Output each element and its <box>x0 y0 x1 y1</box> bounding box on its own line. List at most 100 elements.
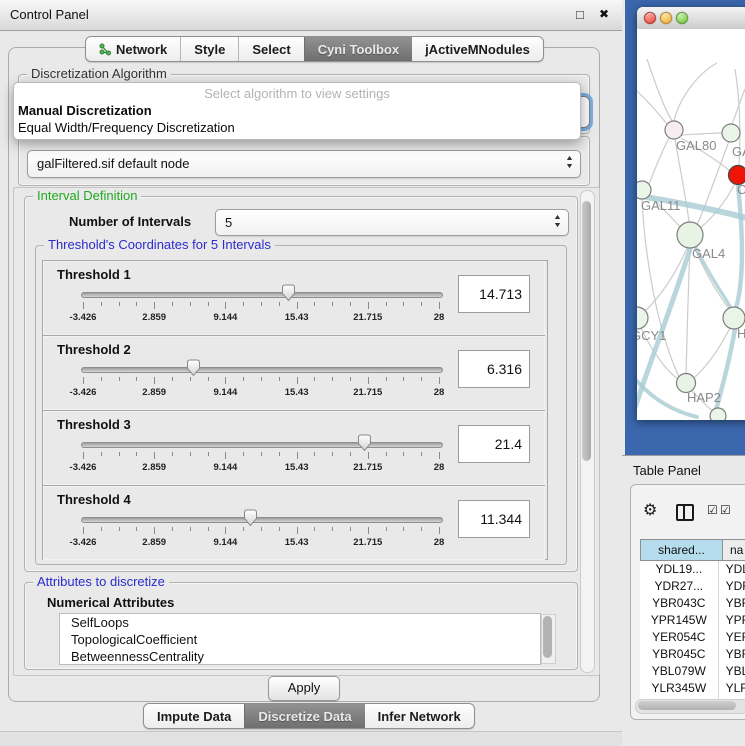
float-window-icon[interactable]: □ <box>576 7 584 22</box>
edge[interactable] <box>637 84 667 124</box>
table-row[interactable]: YLR345WYLR3 <box>640 680 745 697</box>
threshold-value-input[interactable] <box>458 275 530 313</box>
network-graph[interactable]: GAL80GACGAL11GAL4GCY1HAHAP2 <box>637 29 745 420</box>
threshold-value-input[interactable] <box>458 500 530 538</box>
table-row[interactable]: YBR043CYBR0 <box>640 595 745 612</box>
tab-label: jActiveMNodules <box>425 42 530 57</box>
threshold-label: Threshold 2 <box>57 342 131 357</box>
edge[interactable] <box>649 137 670 184</box>
apply-button[interactable]: Apply <box>268 676 340 701</box>
tick-mark <box>225 377 226 384</box>
slider-track[interactable] <box>81 292 443 298</box>
tick-mark <box>243 452 244 456</box>
slider-thumb[interactable] <box>243 509 258 527</box>
gear-icon[interactable]: ⚙ <box>643 500 657 520</box>
edge[interactable] <box>647 59 673 122</box>
slider-thumb[interactable] <box>357 434 372 452</box>
panel-title: Control Panel <box>10 7 89 22</box>
bottom-tab-infer-network[interactable]: Infer Network <box>365 704 474 728</box>
panel-scrollbar[interactable] <box>580 190 595 673</box>
table-horizontal-scrollbar[interactable] <box>635 699 745 714</box>
tab-select[interactable]: Select <box>238 37 303 61</box>
tick-mark <box>386 452 387 456</box>
table-row[interactable]: YER054CYER0 <box>640 629 745 646</box>
column-header-na[interactable]: na <box>723 539 745 561</box>
highlighted-edge[interactable] <box>736 185 742 308</box>
algorithm-option-manual-discretization[interactable]: Manual Discretization <box>18 103 152 118</box>
tick-mark <box>297 452 298 459</box>
table-data-combo[interactable]: galFiltered.sif default node ▲▼ <box>27 150 581 178</box>
table-row[interactable]: YBL079WYBL0 <box>640 663 745 680</box>
table-body: YDL19...YDL1YDR27...YDR2YBR043CYBR0YPR14… <box>640 561 745 714</box>
node[interactable] <box>722 124 740 142</box>
close-icon[interactable]: ✖ <box>599 7 609 21</box>
slider-track[interactable] <box>81 442 443 448</box>
scrollbar-thumb[interactable] <box>638 701 736 710</box>
tab-jactivemnodules[interactable]: jActiveMNodules <box>412 37 543 61</box>
minimize-traffic-light-icon[interactable] <box>660 12 672 24</box>
tick-mark <box>386 527 387 531</box>
tick-mark <box>261 302 262 306</box>
node-label: GAL11 <box>641 198 681 213</box>
tick-label: 21.715 <box>353 312 382 323</box>
zoom-traffic-light-icon[interactable] <box>676 12 688 24</box>
control-panel-titlebar: Control Panel □ ✖ <box>0 0 622 31</box>
scrollbar-thumb[interactable] <box>582 201 591 461</box>
edge[interactable] <box>674 63 717 121</box>
tick-mark <box>172 302 173 306</box>
table-row[interactable]: YBR045CYBR0 <box>640 646 745 663</box>
tick-mark <box>208 302 209 306</box>
threshold-value-input[interactable] <box>458 425 530 463</box>
table-row[interactable]: YDR27...YDR2 <box>640 578 745 595</box>
close-traffic-light-icon[interactable] <box>644 12 656 24</box>
tick-mark <box>261 527 262 531</box>
node-gal80[interactable] <box>665 121 683 139</box>
cell-name: YPR1 <box>719 612 745 629</box>
attributes-scrollbar[interactable] <box>541 614 556 664</box>
tick-label: 9.144 <box>214 537 238 548</box>
cell-name: YLR3 <box>719 680 745 697</box>
tab-cyni-toolbox[interactable]: Cyni Toolbox <box>304 37 412 61</box>
tab-network[interactable]: Network <box>86 37 180 61</box>
tick-mark <box>190 527 191 531</box>
edge[interactable] <box>681 133 722 135</box>
attribute-item-topologicalcoefficient[interactable]: TopologicalCoefficient <box>60 631 540 648</box>
tick-mark <box>225 527 226 534</box>
node-gal4[interactable] <box>677 222 703 248</box>
tab-style[interactable]: Style <box>180 37 238 61</box>
network-window-titlebar[interactable] <box>637 7 745 30</box>
bottom-tab-discretize-data[interactable]: Discretize Data <box>244 704 364 728</box>
group-title: Attributes to discretize <box>33 575 169 589</box>
edge[interactable] <box>642 199 679 377</box>
table-row[interactable]: YPR145WYPR1 <box>640 612 745 629</box>
node-label: GCY1 <box>637 328 666 343</box>
tick-label: 9.144 <box>214 462 238 473</box>
threshold-value-input[interactable] <box>458 350 530 388</box>
checkbox-icon[interactable]: ☑ <box>720 503 731 517</box>
slider-track[interactable] <box>81 367 443 373</box>
slider-thumb[interactable] <box>186 359 201 377</box>
table-row[interactable]: YDL19...YDL1 <box>640 561 745 578</box>
node[interactable] <box>710 408 726 420</box>
algorithm-option-equal-width-frequency-discretization[interactable]: Equal Width/Frequency Discretization <box>18 120 235 135</box>
attribute-item-betweennesscentrality[interactable]: BetweennessCentrality <box>60 648 540 665</box>
checkbox-icon[interactable]: ☑ <box>707 503 718 517</box>
tick-mark <box>386 377 387 381</box>
tick-mark <box>332 302 333 306</box>
bottom-tab-impute-data[interactable]: Impute Data <box>144 704 244 728</box>
tick-mark <box>368 302 369 309</box>
slider-thumb[interactable] <box>281 284 296 302</box>
columns-icon[interactable] <box>676 504 694 521</box>
tick-mark <box>421 377 422 381</box>
network-view-frame: GAL80GACGAL11GAL4GCY1HAHAP2 <box>625 0 745 455</box>
tick-mark <box>403 452 404 456</box>
attribute-item-selfloops[interactable]: SelfLoops <box>60 614 540 631</box>
tick-mark <box>297 377 298 384</box>
slider-track[interactable] <box>81 517 443 523</box>
node-gal11[interactable] <box>637 181 651 199</box>
scrollbar-thumb[interactable] <box>543 616 552 658</box>
number-of-intervals-combo[interactable]: 5 ▲▼ <box>215 209 569 236</box>
attributes-list[interactable]: SelfLoopsTopologicalCoefficientBetweenne… <box>59 613 541 665</box>
network-canvas[interactable]: GAL80GACGAL11GAL4GCY1HAHAP2 <box>637 29 745 420</box>
column-header-shared[interactable]: shared... <box>640 539 723 561</box>
